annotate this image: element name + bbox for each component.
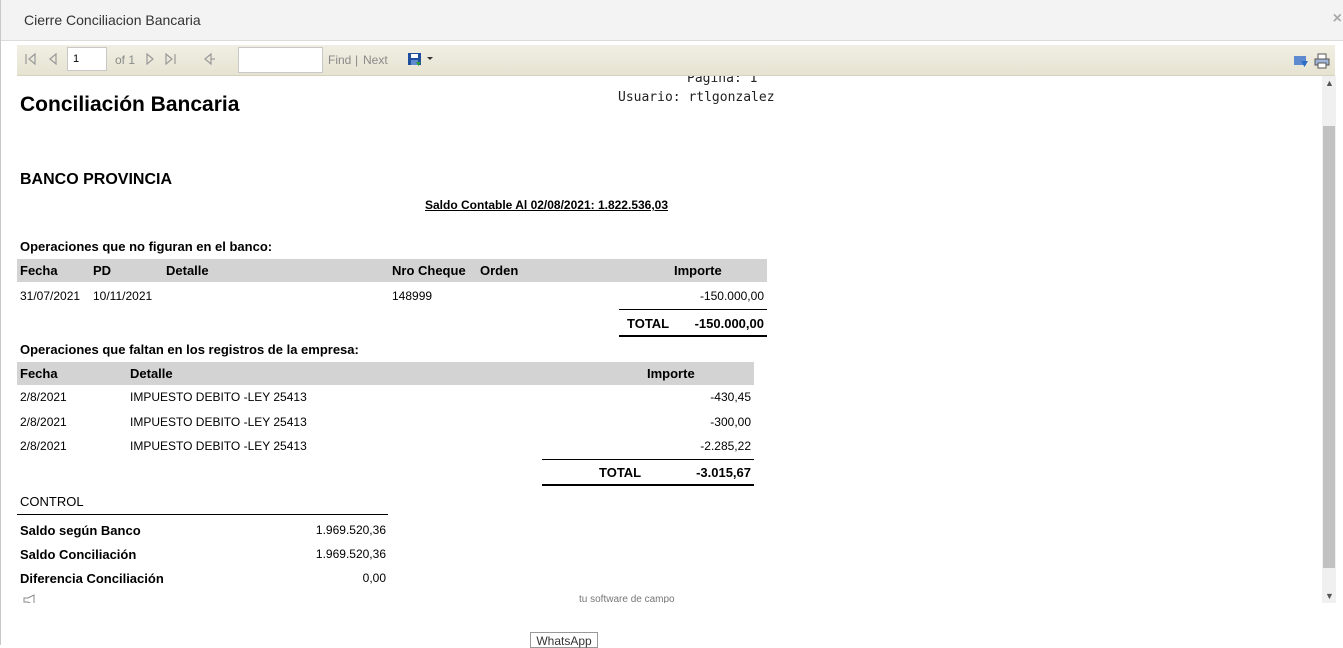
col-orden: Orden bbox=[480, 263, 519, 278]
section-title-no-banco: Operaciones que no figuran en el banco: bbox=[20, 239, 273, 254]
print-icon[interactable] bbox=[1314, 53, 1330, 74]
report-window: Cierre Conciliacion Bancaria × of 1 Find… bbox=[0, 0, 1343, 648]
total-value: -3.015,67 bbox=[696, 465, 751, 480]
total-bottom-rule bbox=[619, 335, 767, 337]
find-input[interactable] bbox=[238, 47, 323, 73]
find-link[interactable]: Find bbox=[328, 53, 351, 67]
window-titlebar: Cierre Conciliacion Bancaria × bbox=[1, 0, 1343, 41]
col-fecha: Fecha bbox=[20, 263, 58, 278]
footer-slogan: tu software de campo bbox=[579, 594, 675, 603]
save-export-icon[interactable] bbox=[407, 51, 433, 72]
row-pd: 10/11/2021 bbox=[93, 289, 153, 303]
row-detalle: IMPUESTO DEBITO -LEY 25413 bbox=[130, 415, 307, 429]
col-detalle: Detalle bbox=[166, 263, 209, 278]
print-layout-icon[interactable] bbox=[1293, 53, 1309, 74]
section-title-faltan-empresa: Operaciones que faltan en los registros … bbox=[20, 342, 359, 357]
col-importe: Importe bbox=[647, 366, 695, 381]
row-importe: -2.285,22 bbox=[700, 439, 751, 453]
bank-name: BANCO PROVINCIA bbox=[20, 171, 173, 188]
back-to-parent-icon[interactable] bbox=[202, 52, 216, 71]
report-viewport: Pagina: 1 Usuario: rtlgonzalez Conciliac… bbox=[17, 76, 1322, 603]
scroll-up-icon[interactable]: ▲ bbox=[1325, 78, 1334, 88]
total-top-rule bbox=[619, 309, 767, 310]
row-fecha: 2/8/2021 bbox=[20, 415, 67, 429]
next-link[interactable]: Next bbox=[363, 53, 388, 67]
row-importe: -150.000,00 bbox=[699, 289, 764, 303]
control-label: Saldo Conciliación bbox=[20, 547, 137, 562]
total-value: -150.000,00 bbox=[694, 316, 764, 331]
control-rule bbox=[17, 514, 388, 515]
scroll-thumb[interactable] bbox=[1323, 126, 1335, 568]
total-label: TOTAL bbox=[627, 316, 670, 331]
whatsapp-button[interactable]: WhatsApp bbox=[530, 632, 598, 648]
row-fecha: 2/8/2021 bbox=[20, 439, 67, 453]
last-page-icon[interactable] bbox=[163, 52, 177, 71]
row-detalle: IMPUESTO DEBITO -LEY 25413 bbox=[130, 390, 307, 404]
col-pd: PD bbox=[93, 263, 112, 278]
scroll-down-icon[interactable]: ▼ bbox=[1325, 591, 1334, 601]
report-vertical-scrollbar[interactable]: ▲ ▼ bbox=[1322, 76, 1336, 603]
next-page-icon[interactable] bbox=[144, 52, 156, 71]
megaphone-icon bbox=[23, 593, 37, 603]
control-title: CONTROL bbox=[20, 494, 84, 509]
user-text: Usuario: rtlgonzalez bbox=[618, 90, 775, 105]
window-title: Cierre Conciliacion Bancaria bbox=[24, 12, 201, 28]
total-label: TOTAL bbox=[599, 465, 642, 480]
col-nro-cheque: Nro Cheque bbox=[392, 263, 466, 278]
col-fecha: Fecha bbox=[20, 366, 58, 381]
saldo-contable: Saldo Contable Al 02/08/2021: 1.822.536,… bbox=[425, 198, 669, 212]
close-icon[interactable]: × bbox=[1333, 10, 1342, 28]
control-label: Diferencia Conciliación bbox=[20, 571, 164, 586]
page-number-input[interactable] bbox=[67, 47, 107, 71]
table-header-no-banco: Fecha PD Detalle Nro Cheque Orden Import… bbox=[17, 259, 767, 282]
control-value: 1.969.520,36 bbox=[315, 523, 386, 537]
first-page-icon[interactable] bbox=[24, 52, 38, 71]
find-separator: | bbox=[355, 53, 359, 67]
row-importe: -430,45 bbox=[710, 390, 751, 404]
table-header-faltan-empresa: Fecha Detalle Importe bbox=[17, 362, 754, 385]
report-toolbar: of 1 Find | Next bbox=[17, 45, 1335, 76]
total-bottom-rule bbox=[542, 484, 754, 486]
row-fecha: 2/8/2021 bbox=[20, 390, 67, 404]
row-importe: -300,00 bbox=[710, 415, 751, 429]
row-fecha: 31/07/2021 bbox=[20, 289, 81, 303]
control-label: Saldo según Banco bbox=[20, 523, 141, 538]
previous-page-icon[interactable] bbox=[47, 52, 59, 71]
row-nro-cheque: 148999 bbox=[392, 289, 433, 303]
col-detalle: Detalle bbox=[130, 366, 173, 381]
control-value: 1.969.520,36 bbox=[315, 547, 386, 561]
page-count-label: of 1 bbox=[115, 53, 136, 67]
control-value: 0,00 bbox=[362, 571, 386, 585]
report-title: Conciliación Bancaria bbox=[20, 93, 240, 116]
row-detalle: IMPUESTO DEBITO -LEY 25413 bbox=[130, 439, 307, 453]
col-importe: Importe bbox=[674, 263, 722, 278]
total-top-rule bbox=[542, 459, 754, 460]
page-number-text: Pagina: 1 bbox=[687, 76, 758, 86]
